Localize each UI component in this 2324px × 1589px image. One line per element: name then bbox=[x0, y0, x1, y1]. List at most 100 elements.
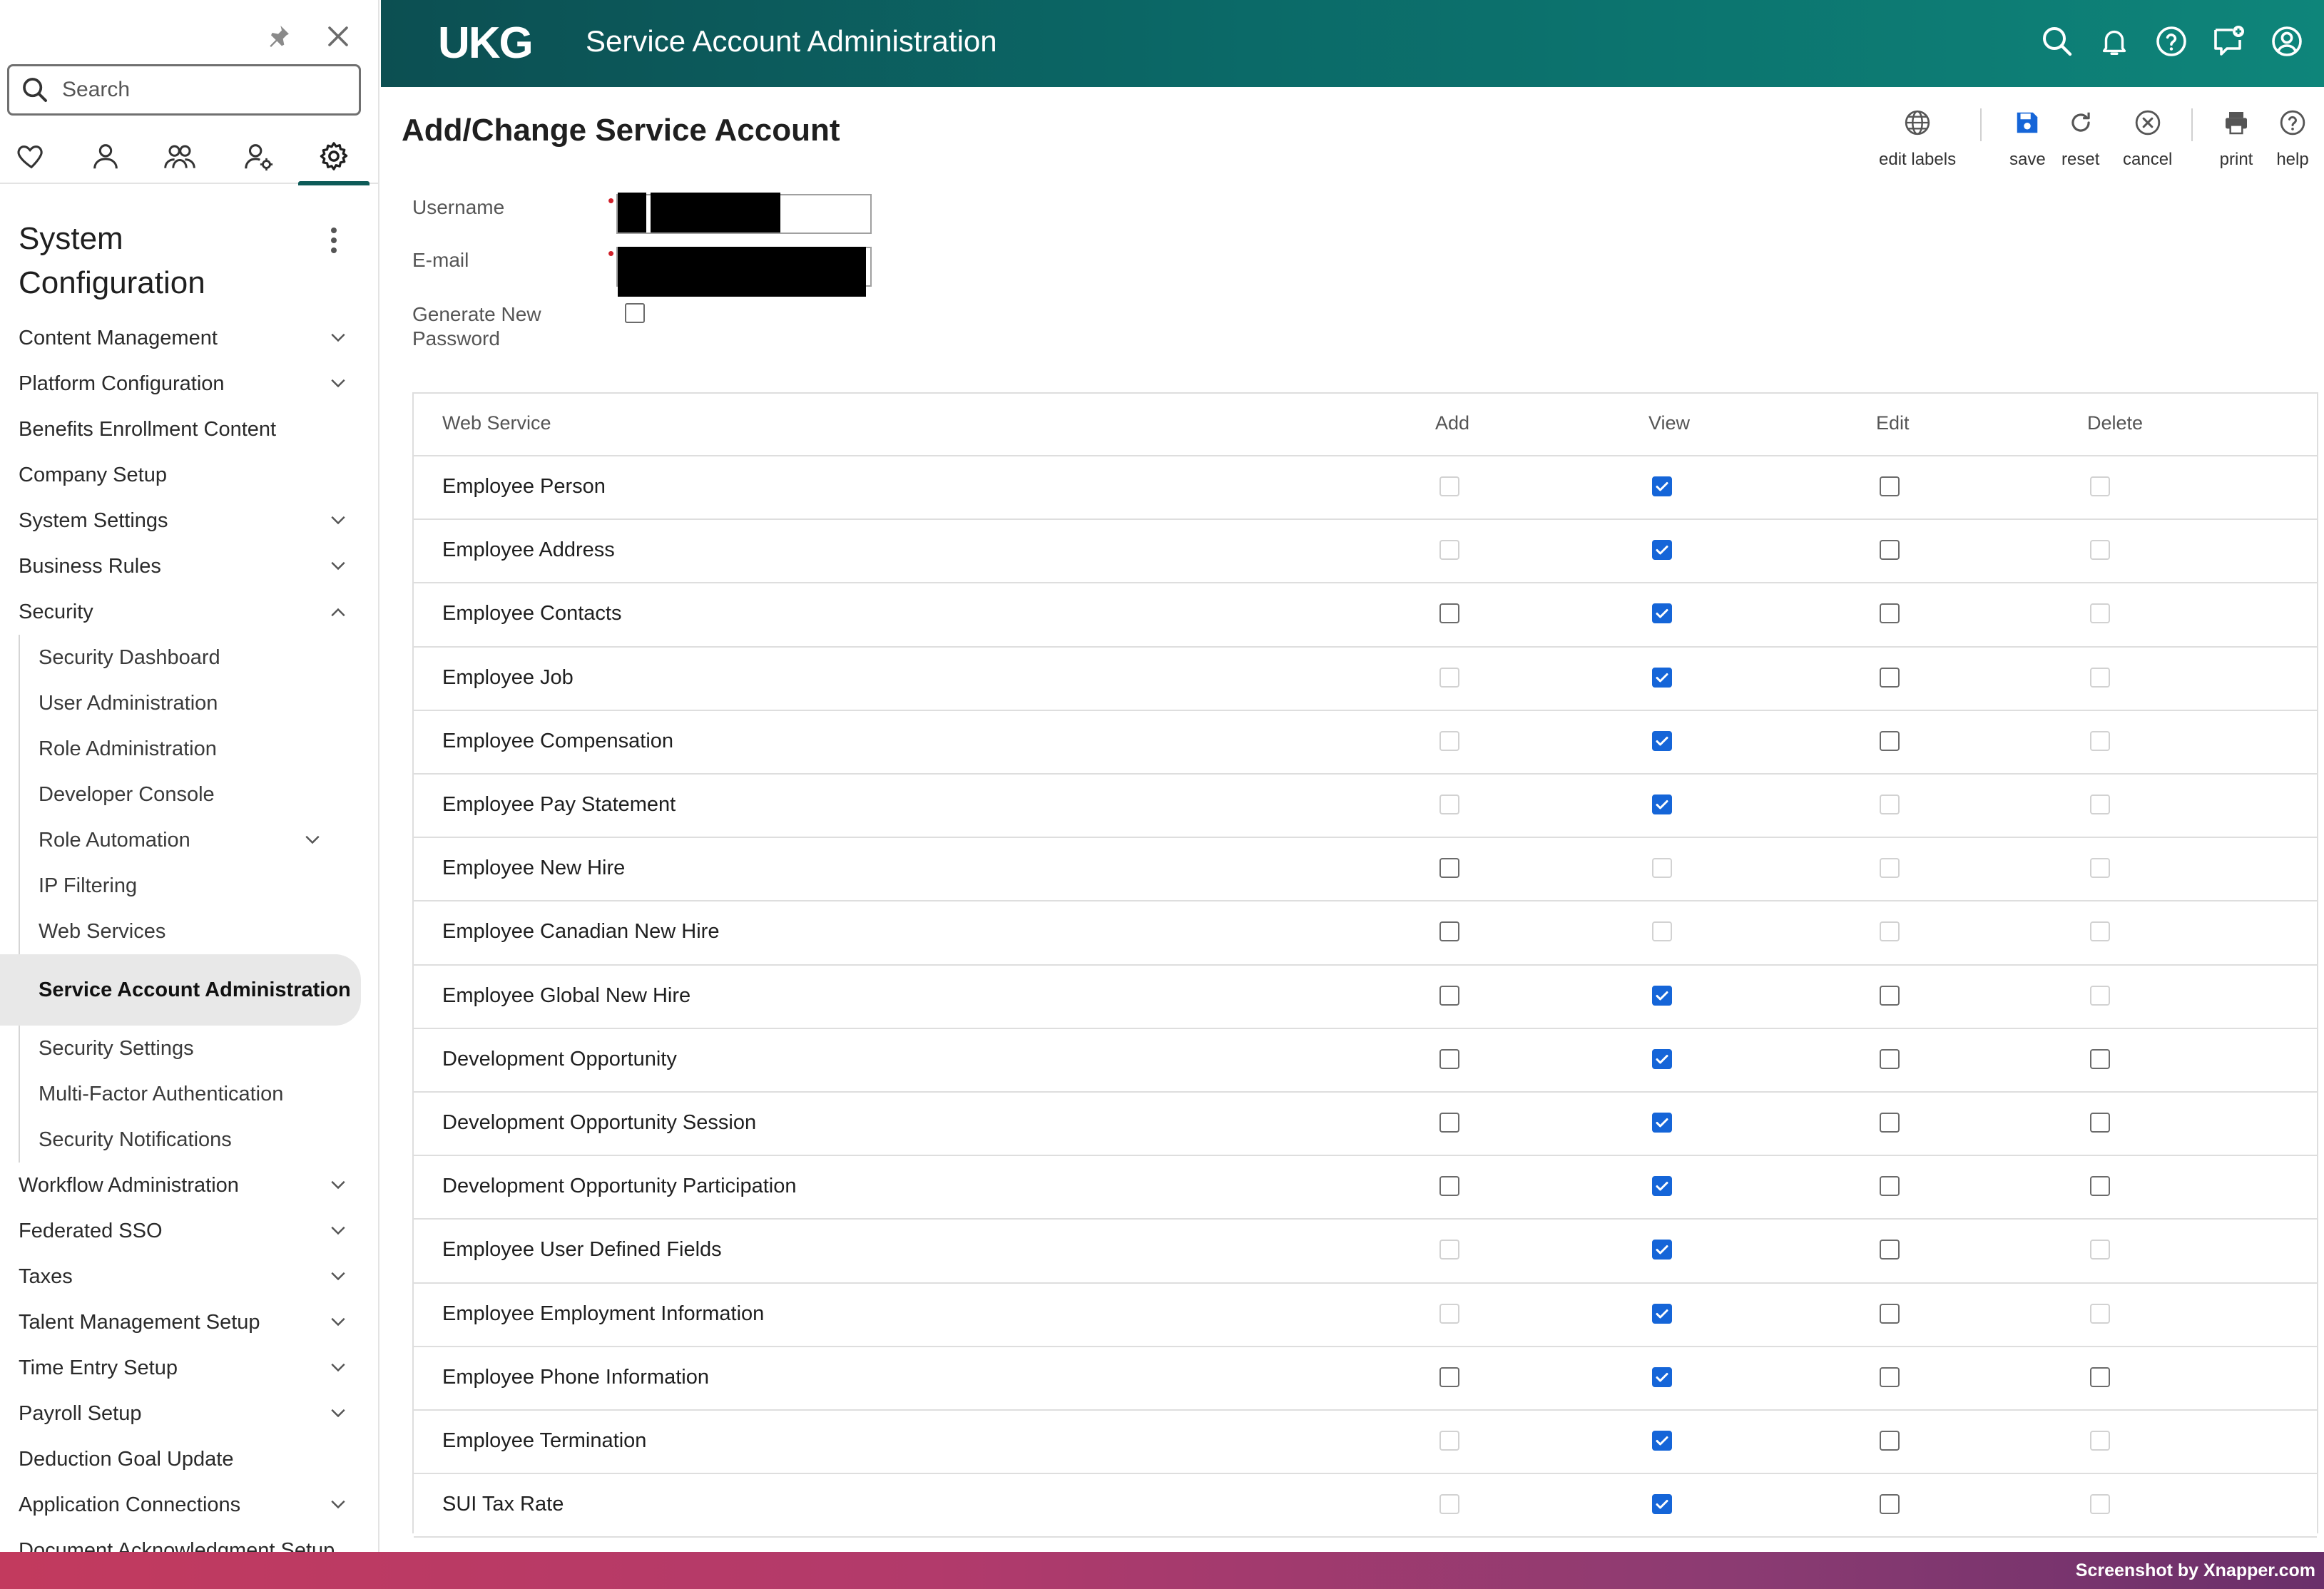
delete-checkbox[interactable] bbox=[2090, 1048, 2110, 1069]
sidebar-item-ip-filtering[interactable]: IP Filtering bbox=[20, 863, 378, 909]
search-input[interactable] bbox=[62, 78, 347, 102]
view-checkbox[interactable] bbox=[1652, 794, 1672, 814]
edit-checkbox[interactable] bbox=[1880, 1494, 1900, 1515]
sidebar-item-developer-console[interactable]: Developer Console bbox=[20, 772, 378, 817]
view-checkbox[interactable] bbox=[1652, 476, 1672, 496]
chevron-down-icon[interactable] bbox=[302, 830, 322, 850]
view-checkbox[interactable] bbox=[1652, 730, 1672, 751]
pin-icon[interactable] bbox=[258, 19, 298, 54]
sidebar-item-document-acknowledgment-setup[interactable]: Document Acknowledgment Setup bbox=[0, 1528, 378, 1553]
help-icon[interactable] bbox=[2149, 19, 2194, 64]
save-button[interactable]: save bbox=[2009, 106, 2046, 170]
chevron-down-icon[interactable] bbox=[328, 1267, 348, 1287]
chevron-up-icon[interactable] bbox=[328, 602, 348, 622]
settings-gear-icon[interactable] bbox=[298, 128, 370, 185]
sidebar-item-time-entry-setup[interactable]: Time Entry Setup bbox=[0, 1345, 378, 1391]
chevron-down-icon[interactable] bbox=[328, 1358, 348, 1378]
sidebar-item-content-management[interactable]: Content Management bbox=[0, 315, 378, 361]
people-icon[interactable] bbox=[144, 128, 215, 184]
view-checkbox[interactable] bbox=[1652, 667, 1672, 688]
add-checkbox[interactable] bbox=[1439, 858, 1459, 879]
view-checkbox[interactable] bbox=[1652, 1113, 1672, 1133]
sidebar-item-business-rules[interactable]: Business Rules bbox=[0, 543, 378, 589]
sidebar-item-user-administration[interactable]: User Administration bbox=[20, 680, 378, 726]
chevron-down-icon[interactable] bbox=[328, 1221, 348, 1241]
chevron-down-icon[interactable] bbox=[328, 1312, 348, 1332]
person-icon[interactable] bbox=[70, 128, 141, 184]
generate-password-checkbox[interactable] bbox=[625, 303, 645, 323]
sidebar-item-federated-sso[interactable]: Federated SSO bbox=[0, 1208, 378, 1254]
delete-checkbox[interactable] bbox=[2090, 1366, 2110, 1387]
edit-checkbox[interactable] bbox=[1880, 1431, 1900, 1451]
delete-checkbox[interactable] bbox=[2090, 1176, 2110, 1197]
add-checkbox[interactable] bbox=[1439, 921, 1459, 942]
view-checkbox[interactable] bbox=[1652, 1176, 1672, 1197]
view-checkbox[interactable] bbox=[1652, 1048, 1672, 1069]
close-icon[interactable] bbox=[318, 19, 358, 54]
delete-checkbox[interactable] bbox=[2090, 1113, 2110, 1133]
sidebar-item-security-settings[interactable]: Security Settings bbox=[20, 1026, 378, 1071]
edit-checkbox[interactable] bbox=[1880, 540, 1900, 561]
chevron-down-icon[interactable] bbox=[328, 374, 348, 394]
edit-checkbox[interactable] bbox=[1880, 1366, 1900, 1387]
view-checkbox[interactable] bbox=[1652, 1366, 1672, 1387]
user-icon[interactable] bbox=[2264, 19, 2310, 64]
edit-checkbox[interactable] bbox=[1880, 1240, 1900, 1260]
add-checkbox[interactable] bbox=[1439, 1113, 1459, 1133]
edit-checkbox[interactable] bbox=[1880, 1303, 1900, 1324]
sidebar-item-service-account-administration[interactable]: Service Account Administration bbox=[0, 954, 361, 1026]
add-checkbox[interactable] bbox=[1439, 1366, 1459, 1387]
edit-checkbox[interactable] bbox=[1880, 476, 1900, 496]
sidebar-item-company-setup[interactable]: Company Setup bbox=[0, 452, 378, 498]
bell-icon[interactable] bbox=[2091, 19, 2137, 64]
edit-labels-button[interactable]: edit labels bbox=[1879, 106, 1956, 170]
view-checkbox[interactable] bbox=[1652, 1240, 1672, 1260]
sidebar-item-payroll-setup[interactable]: Payroll Setup bbox=[0, 1391, 378, 1436]
sidebar-item-multi-factor-authentication[interactable]: Multi-Factor Authentication bbox=[20, 1071, 378, 1117]
edit-checkbox[interactable] bbox=[1880, 985, 1900, 1006]
view-checkbox[interactable] bbox=[1652, 540, 1672, 561]
view-checkbox[interactable] bbox=[1652, 985, 1672, 1006]
sidebar-item-security-dashboard[interactable]: Security Dashboard bbox=[20, 635, 378, 680]
chat-add-icon[interactable] bbox=[2206, 19, 2251, 64]
chevron-down-icon[interactable] bbox=[328, 556, 348, 576]
edit-checkbox[interactable] bbox=[1880, 730, 1900, 751]
view-checkbox[interactable] bbox=[1652, 1494, 1672, 1515]
edit-checkbox[interactable] bbox=[1880, 667, 1900, 688]
sidebar-item-system-settings[interactable]: System Settings bbox=[0, 498, 378, 543]
sidebar-item-talent-management-setup[interactable]: Talent Management Setup bbox=[0, 1299, 378, 1345]
person-settings-icon[interactable] bbox=[223, 128, 294, 184]
edit-checkbox[interactable] bbox=[1880, 1113, 1900, 1133]
sidebar-item-application-connections[interactable]: Application Connections bbox=[0, 1482, 378, 1528]
sidebar-search[interactable] bbox=[7, 64, 361, 116]
cancel-button[interactable]: cancel bbox=[2123, 106, 2172, 170]
add-checkbox[interactable] bbox=[1439, 603, 1459, 624]
chevron-down-icon[interactable] bbox=[328, 328, 348, 348]
chevron-down-icon[interactable] bbox=[328, 511, 348, 531]
add-checkbox[interactable] bbox=[1439, 985, 1459, 1006]
view-checkbox[interactable] bbox=[1652, 603, 1672, 624]
sidebar-item-role-automation[interactable]: Role Automation bbox=[20, 817, 378, 863]
sidebar-item-platform-configuration[interactable]: Platform Configuration bbox=[0, 361, 378, 407]
sidebar-item-deduction-goal-update[interactable]: Deduction Goal Update bbox=[0, 1436, 378, 1482]
edit-checkbox[interactable] bbox=[1880, 1176, 1900, 1197]
favorites-icon[interactable] bbox=[0, 128, 67, 184]
chevron-down-icon[interactable] bbox=[328, 1175, 348, 1195]
chevron-down-icon[interactable] bbox=[328, 1495, 348, 1515]
more-options-icon[interactable] bbox=[320, 223, 348, 258]
sidebar-item-security-notifications[interactable]: Security Notifications bbox=[20, 1117, 378, 1163]
edit-checkbox[interactable] bbox=[1880, 1048, 1900, 1069]
sidebar-item-workflow-administration[interactable]: Workflow Administration bbox=[0, 1163, 378, 1208]
search-icon[interactable] bbox=[2034, 19, 2080, 64]
edit-checkbox[interactable] bbox=[1880, 603, 1900, 624]
chevron-down-icon[interactable] bbox=[328, 1404, 348, 1424]
sidebar-item-web-services[interactable]: Web Services bbox=[20, 909, 378, 954]
ukg-logo[interactable]: UKG bbox=[438, 16, 534, 70]
print-button[interactable]: print bbox=[2219, 106, 2253, 170]
add-checkbox[interactable] bbox=[1439, 1176, 1459, 1197]
sidebar-item-taxes[interactable]: Taxes bbox=[0, 1254, 378, 1299]
sidebar-item-role-administration[interactable]: Role Administration bbox=[20, 726, 378, 772]
help-button[interactable]: help bbox=[2275, 106, 2310, 170]
view-checkbox[interactable] bbox=[1652, 1303, 1672, 1324]
add-checkbox[interactable] bbox=[1439, 1048, 1459, 1069]
